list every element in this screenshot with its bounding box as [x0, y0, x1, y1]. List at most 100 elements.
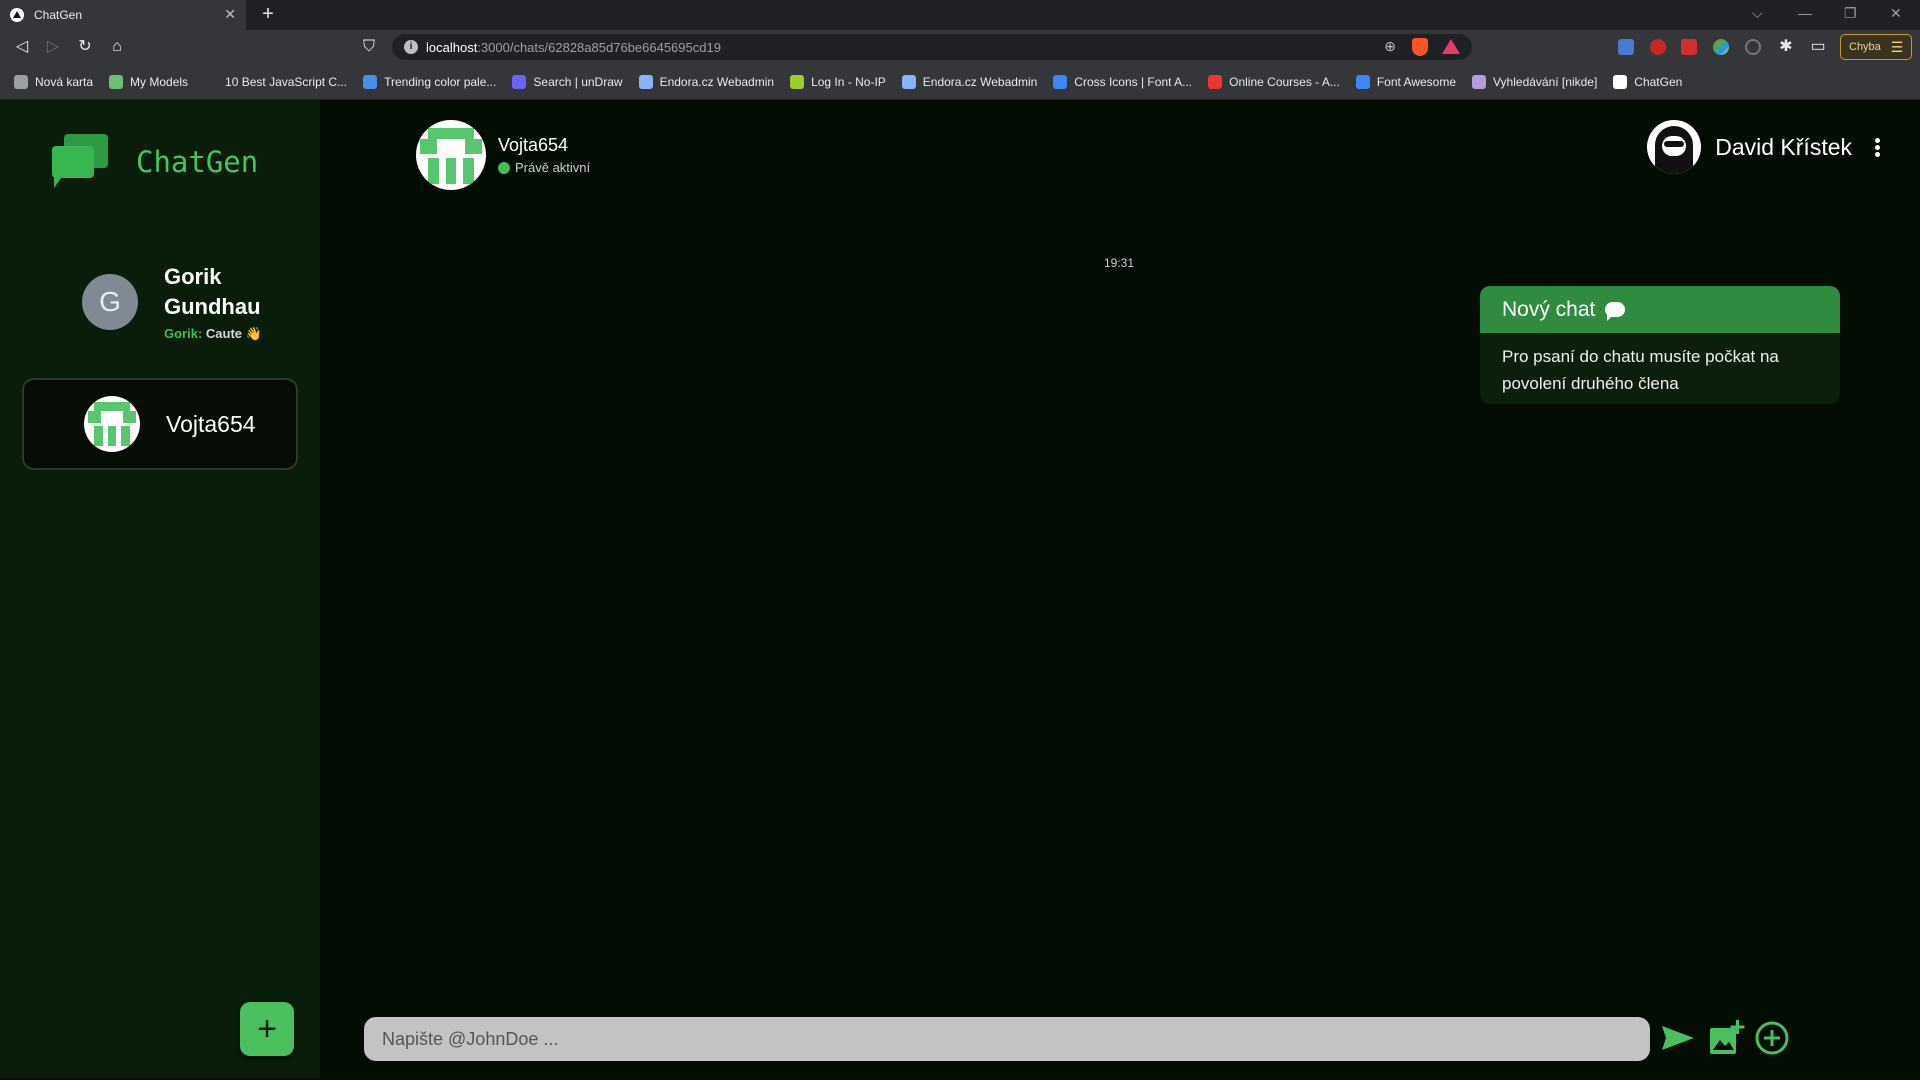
bookmark-item[interactable]: ChatGen [1613, 74, 1682, 89]
brand-logo[interactable]: ChatGen [52, 132, 258, 192]
bookmark-icon[interactable]: ⛉ [359, 37, 379, 57]
partner-name: Vojta654 [498, 135, 569, 155]
window-close-icon[interactable]: ✕ [1890, 5, 1902, 22]
send-icon[interactable] [1656, 1016, 1700, 1060]
system-message-card: Nový chat Pro psaní do chatu musíte počk… [1480, 286, 1840, 404]
brand-name: ChatGen [136, 145, 259, 179]
chat-list-item-vojta654[interactable]: Vojta654 [22, 378, 298, 470]
bookmark-item[interactable]: Cross Icons | Font A... [1053, 74, 1193, 89]
current-user: David Křístek [1647, 120, 1880, 174]
menu-icon: ☰ [1890, 38, 1904, 55]
bookmark-item[interactable]: Font Awesome [1355, 74, 1456, 89]
chat-bubbles-logo-icon [52, 132, 112, 192]
bookmark-label: Search | unDraw [533, 74, 623, 89]
bookmark-label: Endora.cz Webadmin [659, 74, 775, 89]
current-user-name: David Křístek [1715, 133, 1852, 160]
bookmark-favicon-icon [1472, 74, 1486, 89]
bookmark-favicon-icon [109, 74, 124, 89]
system-message-header: Nový chat [1480, 286, 1840, 333]
bookmark-label: Endora.cz Webadmin [922, 74, 1038, 89]
bookmark-favicon-icon [1053, 74, 1068, 89]
avatar: G [82, 274, 138, 330]
home-icon[interactable]: ⌂ [107, 37, 127, 57]
bookmark-item[interactable]: 10 Best JavaScript C... [204, 74, 348, 89]
minimize-icon[interactable]: — [1798, 5, 1812, 21]
bookmark-favicon-icon [1613, 74, 1628, 89]
last-message-text: Caute 👋 [205, 326, 262, 341]
restore-icon[interactable]: ❐ [1844, 5, 1857, 22]
bookmark-favicon-icon [790, 74, 805, 89]
extension-gray-icon[interactable] [1745, 39, 1761, 55]
bookmark-favicon-icon [204, 74, 219, 89]
bookmark-item[interactable]: Endora.cz Webadmin [638, 74, 775, 89]
chat-name: Gorik Gundhau [164, 264, 261, 319]
chatgen-app: ChatGen G Gorik Gundhau Gorik: Caute 👋 V… [0, 100, 1920, 1078]
bookmark-label: Online Courses - A... [1229, 74, 1340, 89]
bookmark-label: Log In - No-IP [811, 74, 886, 89]
cart-extension-icon[interactable] [1681, 39, 1697, 55]
bookmark-item[interactable]: Online Courses - A... [1208, 74, 1340, 89]
bookmark-label: 10 Best JavaScript C... [225, 74, 348, 89]
bookmark-label: Cross Icons | Font A... [1074, 74, 1193, 89]
partner-status: Právě aktivní [498, 160, 590, 175]
color-picker-extension-icon[interactable] [1713, 39, 1729, 55]
tab-close-icon[interactable]: ✕ [224, 6, 236, 23]
bookmark-label: Nová karta [35, 74, 94, 89]
tab-title: ChatGen [34, 8, 83, 22]
tab-search-icon[interactable]: ⌵ [1752, 5, 1763, 22]
extension-red-icon[interactable] [1650, 39, 1666, 55]
bookmark-label: Trending color pale... [384, 74, 497, 89]
url-host: localhost [426, 39, 478, 55]
bookmark-favicon-icon [14, 74, 28, 89]
bookmark-item[interactable]: Nová karta [14, 74, 94, 89]
bookmark-favicon-icon [512, 74, 527, 89]
site-info-icon[interactable]: i [404, 40, 418, 54]
back-icon[interactable]: ◁ [12, 37, 32, 57]
user-avatar[interactable] [1647, 120, 1702, 174]
bookmark-item[interactable]: My Models [109, 74, 189, 89]
chat-name: Vojta654 [166, 410, 256, 437]
bookmark-label: Vyhledávání [nikde] [1493, 74, 1598, 89]
bookmark-item[interactable]: Endora.cz Webadmin [901, 74, 1038, 89]
bookmark-item[interactable]: Trending color pale... [363, 74, 497, 89]
url-path: :3000/chats/62828a85d76be6645695cd19 [477, 39, 721, 55]
bookmark-favicon-icon [1208, 74, 1223, 89]
browser-tab[interactable]: ChatGen ✕ [0, 0, 246, 30]
bookmark-favicon-icon [638, 74, 653, 89]
partner-status-text: Právě aktivní [515, 160, 591, 175]
chat-list-item-gorik[interactable]: G Gorik Gundhau Gorik: Caute 👋 [22, 252, 298, 352]
more-options-icon[interactable] [1874, 136, 1880, 159]
bookmark-label: Font Awesome [1376, 74, 1456, 89]
avatar [84, 396, 140, 452]
reload-icon[interactable]: ↻ [75, 37, 95, 57]
add-circle-icon[interactable] [1750, 1016, 1794, 1060]
sidebar: ChatGen G Gorik Gundhau Gorik: Caute 👋 V… [0, 100, 320, 1078]
profile-error-button[interactable]: Chyba ☰ [1840, 34, 1912, 60]
address-bar[interactable]: i localhost:3000/chats/62828a85d76be6645… [392, 34, 1472, 60]
profile-error-label: Chyba [1849, 41, 1881, 53]
bookmark-item[interactable]: Log In - No-IP [790, 74, 886, 89]
bookmark-favicon-icon [901, 74, 916, 89]
bookmark-label: My Models [130, 74, 189, 89]
bookmark-item[interactable]: Vyhledávání [nikde] [1472, 74, 1598, 89]
last-message-sender: Gorik: [164, 326, 203, 341]
message-input[interactable] [364, 1017, 1650, 1061]
translate-extension-icon[interactable] [1618, 39, 1634, 55]
chatgen-favicon-icon [10, 8, 24, 22]
brave-rewards-icon[interactable] [1442, 39, 1460, 54]
zoom-icon[interactable]: ⊕ [1384, 38, 1396, 55]
forward-icon[interactable]: ▷ [43, 37, 63, 57]
extensions-puzzle-icon[interactable]: ✱ [1776, 37, 1796, 57]
system-message-body: Pro psaní do chatu musíte počkat na povo… [1502, 347, 1779, 393]
wallet-icon[interactable]: ▭ [1808, 37, 1828, 57]
bookmarks-bar: Nová karta My Models 10 Best JavaScript C.… [0, 64, 1920, 100]
brave-shields-icon[interactable] [1412, 38, 1428, 56]
browser-tab-strip: ChatGen ✕ + ⌵ — ❐ ✕ [0, 0, 1920, 30]
system-message-title: Nový chat [1502, 297, 1596, 321]
add-image-icon[interactable] [1704, 1016, 1748, 1060]
bookmark-favicon-icon [1355, 74, 1370, 89]
bookmark-item[interactable]: Search | unDraw [512, 74, 623, 89]
new-tab-button[interactable]: + [256, 3, 280, 26]
new-chat-button[interactable]: + [240, 1002, 294, 1056]
last-message-preview: Gorik: Caute 👋 [164, 326, 274, 342]
